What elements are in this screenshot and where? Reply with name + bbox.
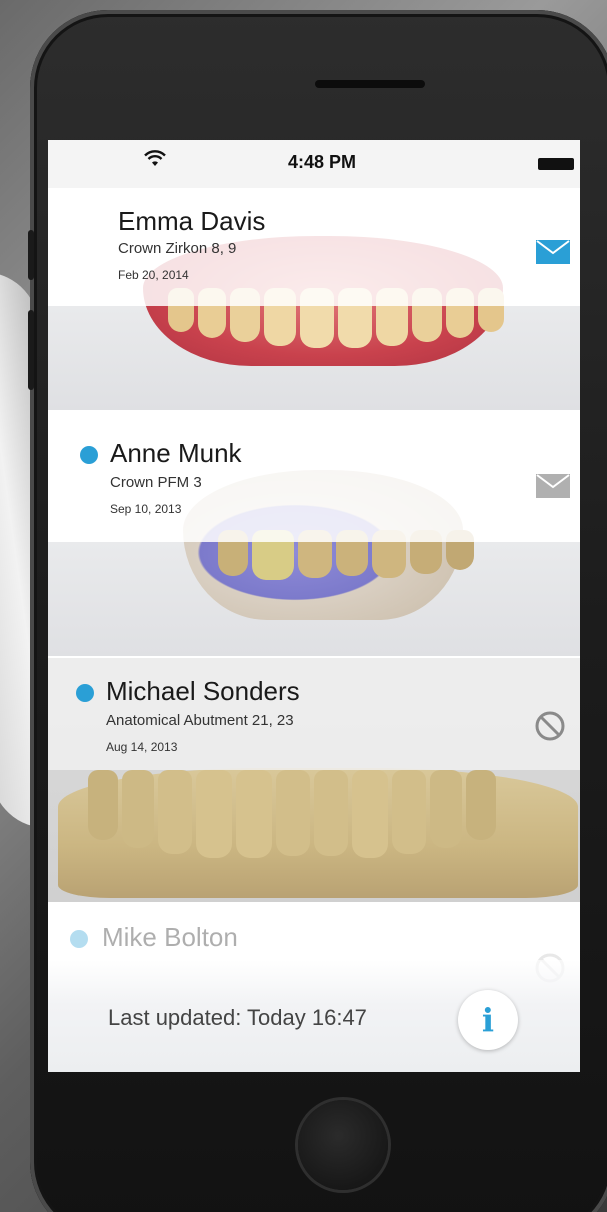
case-row-michael-sonders[interactable]: Michael Sonders Anatomical Abutment 21, … [48,658,580,902]
mail-icon[interactable] [536,474,570,503]
volume-up-key [28,310,34,390]
mail-icon[interactable] [536,240,570,269]
mute-switch [28,230,34,280]
patient-name: Mike Bolton [102,922,238,952]
case-row-emma-davis[interactable]: Emma Davis Crown Zirkon 8, 9 Feb 20, 201… [48,188,580,410]
case-date: Feb 20, 2014 [118,268,189,282]
case-date: Aug 14, 2013 [106,740,178,754]
battery-icon [538,158,574,170]
home-button[interactable] [298,1100,388,1190]
work-type: Crown Zirkon 8, 9 [118,240,237,257]
status-bar: 4:48 PM [48,140,580,188]
patient-name: Emma Davis [118,206,266,236]
unread-dot [80,446,98,464]
wifi-icon [144,150,166,173]
info-icon[interactable]: i [458,990,518,1050]
patient-name: Anne Munk [110,438,242,468]
work-type: Crown PFM 3 [110,474,202,491]
earpiece-speaker [315,80,425,88]
blocked-icon[interactable] [534,710,566,747]
case-date: Sep 10, 2013 [110,502,182,516]
footer-bar: Last updated: Today 16:47 i [48,960,580,1072]
app-screen: 4:48 PM Emma Davis Crown Zirkon 8, 9 Feb… [48,140,580,1072]
work-type: Anatomical Abutment 21, 23 [106,712,294,729]
case-row-anne-munk[interactable]: Anne Munk Crown PFM 3 Sep 10, 2013 [48,412,580,656]
patient-name: Michael Sonders [106,676,300,706]
teeth-row [88,770,496,858]
status-time: 4:48 PM [288,152,357,172]
unread-dot [76,684,94,702]
last-updated-label: Last updated: Today 16:47 [108,1005,367,1030]
unread-dot [70,930,88,948]
